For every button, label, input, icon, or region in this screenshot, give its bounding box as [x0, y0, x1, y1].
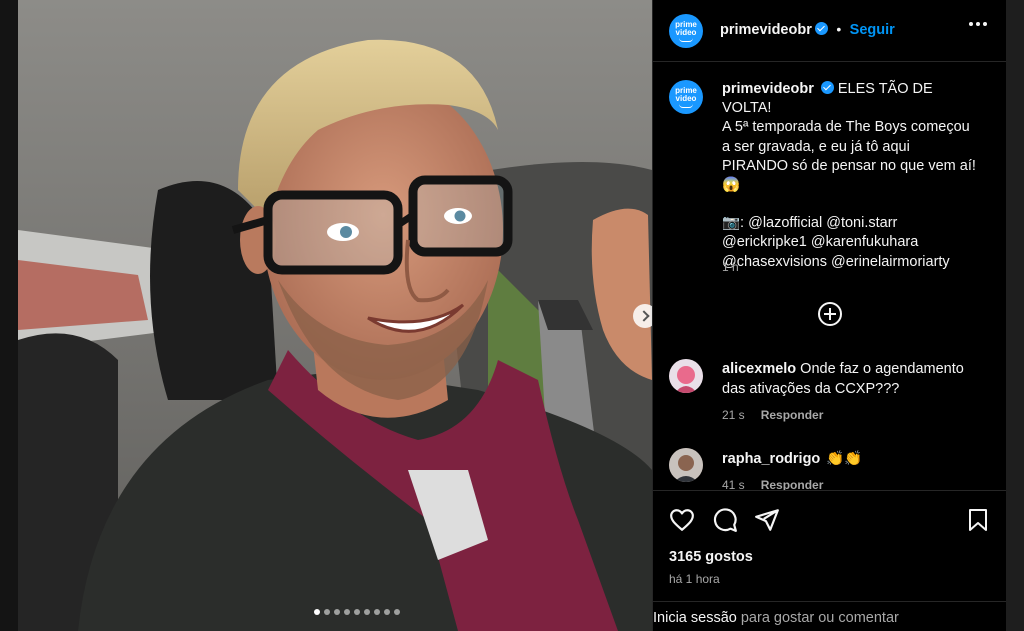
caption-emoji: 😱	[722, 177, 741, 194]
comment-time: 21 s	[722, 408, 745, 422]
caption-credits[interactable]: @chasexvisions @erinelairmoriarty	[722, 253, 984, 272]
carousel-dot	[364, 609, 370, 615]
like-heart-icon[interactable]	[669, 507, 695, 533]
caption-line: A 5ª temporada de The Boys começou	[722, 119, 970, 136]
instagram-post-modal: prime video primevideobr • Seguir prime …	[0, 0, 1024, 631]
comment-meta: 21 s Responder	[722, 408, 823, 422]
author-avatar[interactable]: prime video	[669, 14, 703, 48]
selfie-image	[18, 0, 652, 631]
comment-text: 👏👏	[826, 451, 863, 467]
carousel-dot	[334, 609, 340, 615]
caption-line: a ser gravada, e eu já tô aqui	[722, 138, 910, 155]
separator-dot: •	[836, 21, 842, 37]
comment-text: Onde faz o agendamento	[800, 361, 964, 377]
caption-username[interactable]: primevideobr	[722, 81, 814, 97]
post-actions: 3165 gostos há 1 hora Inicia sessão para…	[653, 490, 1007, 631]
header-title-row: primevideobr • Seguir	[720, 21, 895, 39]
caption-credits[interactable]: 📷: @lazofficial @toni.starr	[722, 214, 984, 233]
post-time: há 1 hora	[669, 572, 720, 586]
comment-body: rapha_rodrigo 👏👏	[722, 450, 992, 470]
comment-username[interactable]: alicexmelo	[722, 361, 796, 377]
commenter-photo	[669, 359, 703, 393]
caption-credits[interactable]: @erickripke1 @karenfukuhara	[722, 233, 984, 252]
caption-time: 1 h	[722, 260, 739, 274]
carousel-dot	[324, 609, 330, 615]
more-options-icon[interactable]	[969, 22, 987, 26]
avatar-text-video: video	[675, 93, 697, 103]
comment-username[interactable]: rapha_rodrigo	[722, 451, 820, 467]
carousel-dot	[384, 609, 390, 615]
follow-button[interactable]: Seguir	[850, 22, 895, 38]
carousel-next-button[interactable]	[633, 304, 652, 328]
commenter-avatar[interactable]	[669, 448, 703, 482]
post-side-panel: prime video primevideobr • Seguir prime …	[652, 0, 1007, 631]
post-header: prime video primevideobr • Seguir	[653, 0, 1007, 62]
avatar-text-video: video	[675, 27, 697, 37]
caption-line: PIRANDO só de pensar no que vem aí!	[722, 157, 976, 174]
carousel-dot	[374, 609, 380, 615]
commenter-avatar[interactable]	[669, 359, 703, 393]
commenter-photo	[669, 448, 703, 482]
post-photo[interactable]	[18, 0, 652, 631]
comment-body: alicexmelo Onde faz o agendamento das ati…	[722, 360, 992, 399]
carousel-dot	[344, 609, 350, 615]
carousel-dot	[314, 609, 320, 615]
login-prompt-text: para gostar ou comentar	[736, 610, 899, 626]
backdrop-left	[0, 0, 18, 631]
backdrop-right	[1006, 0, 1024, 631]
comment-text: das ativações da CCXP???	[722, 380, 900, 397]
share-send-icon[interactable]	[754, 507, 780, 533]
verified-badge-icon	[820, 81, 834, 94]
save-bookmark-icon[interactable]	[966, 507, 990, 533]
carousel-dot	[394, 609, 400, 615]
avatar-smile-icon	[679, 104, 693, 108]
author-username[interactable]: primevideobr	[720, 22, 812, 38]
load-more-comments-icon[interactable]	[818, 302, 842, 326]
carousel-dot	[354, 609, 360, 615]
comment-bubble-icon[interactable]	[712, 507, 738, 533]
carousel-dots	[314, 609, 400, 615]
login-link[interactable]: Inicia sessão	[653, 610, 737, 626]
likes-count[interactable]: 3165 gostos	[669, 549, 753, 565]
caption-avatar[interactable]: prime video	[669, 80, 703, 114]
reply-button[interactable]: Responder	[761, 408, 824, 422]
avatar-smile-icon	[679, 38, 693, 42]
verified-badge-icon	[814, 22, 828, 35]
login-prompt: Inicia sessão para gostar ou comentar	[653, 601, 1007, 626]
post-caption: primevideobr ELES TÃO DE VOLTA! A 5ª temp…	[722, 80, 984, 272]
